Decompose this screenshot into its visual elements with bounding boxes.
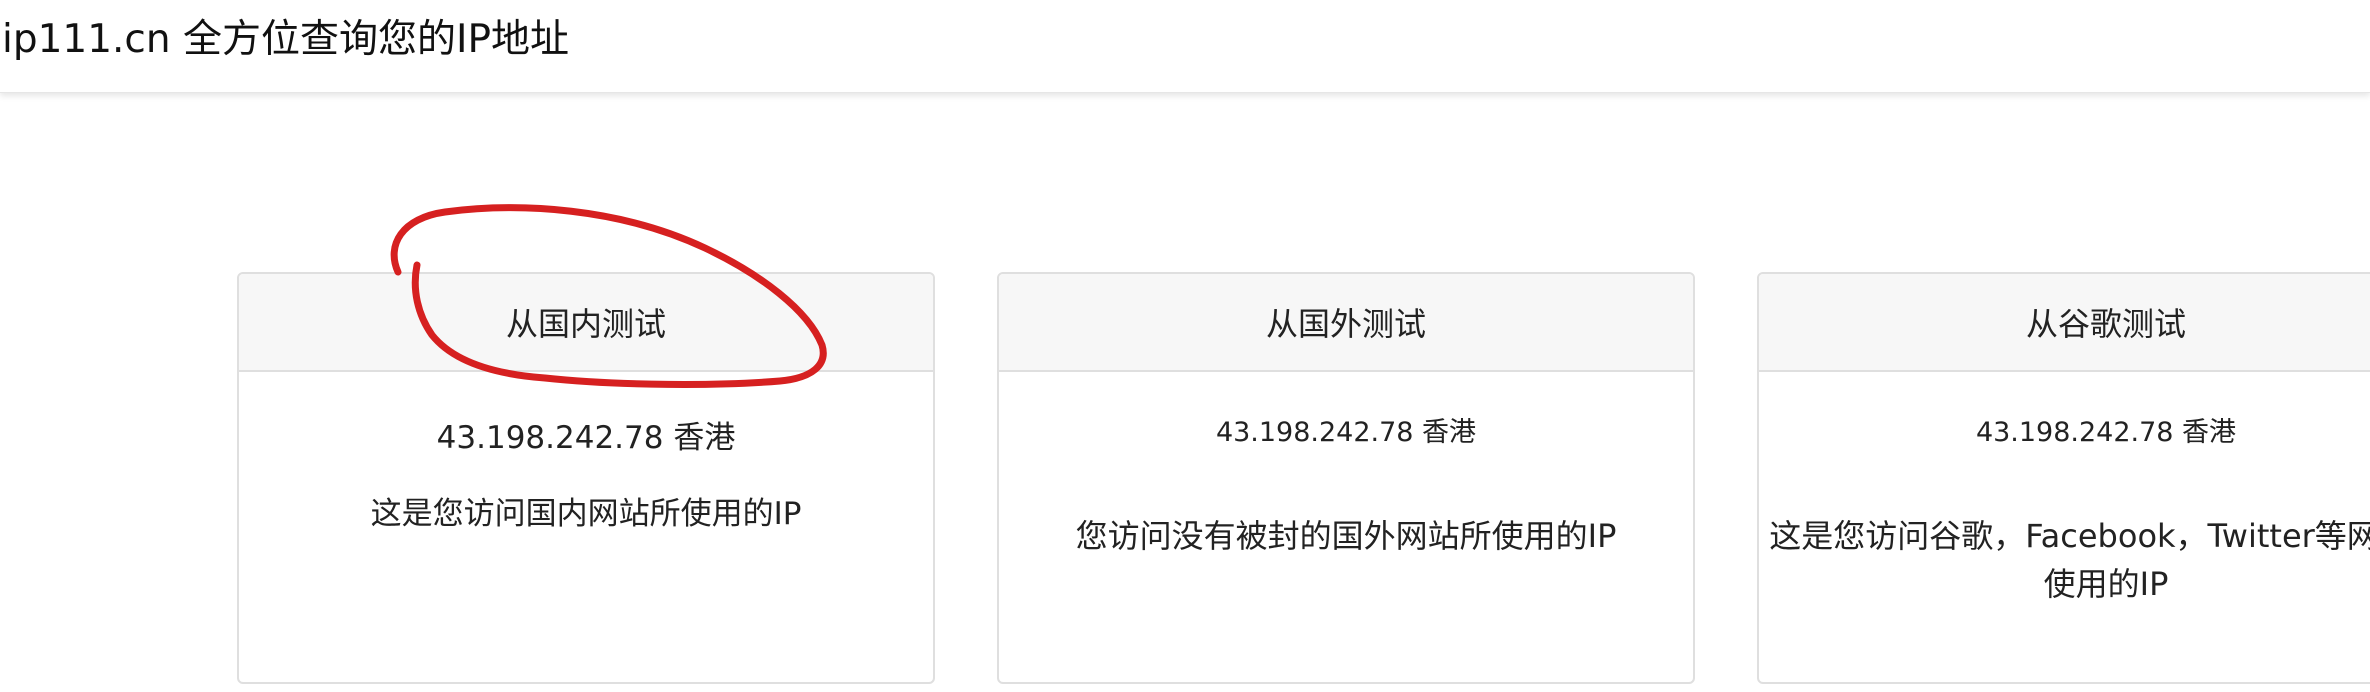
card-title-google: 从谷歌测试	[2025, 305, 2186, 343]
foreign-test-card: 从国外测试 43.198.242.78 香港 您访问没有被封的国外网站所使用的I…	[997, 272, 1695, 684]
google-test-card: 从谷歌测试 43.198.242.78 香港 这是您访问谷歌，Facebook，…	[1757, 272, 2370, 684]
domestic-test-card: 从国内测试 43.198.242.78 香港 这是您访问国内网站所使用的IP	[237, 272, 935, 684]
site-brand-link[interactable]: ip111.cn 全方位查询您的IP地址	[2, 14, 569, 66]
description-google: 这是您访问谷歌，Facebook，Twitter等网站所使用的IP	[1769, 517, 2370, 603]
card-header-domestic: 从国内测试	[239, 274, 933, 372]
ip-address-google: 43.198.242.78 香港	[1975, 417, 2237, 448]
ip-address-foreign: 43.198.242.78 香港	[1215, 417, 1477, 448]
card-title-domestic: 从国内测试	[505, 305, 666, 343]
description-foreign: 您访问没有被封的国外网站所使用的IP	[1075, 517, 1617, 555]
card-title-foreign: 从国外测试	[1265, 305, 1426, 343]
card-header-google: 从谷歌测试	[1759, 274, 2370, 372]
ip-address-domestic: 43.198.242.78 香港	[436, 420, 736, 456]
card-header-foreign: 从国外测试	[999, 274, 1693, 372]
top-navbar: ip111.cn 全方位查询您的IP地址	[0, 0, 2370, 93]
description-domestic: 这是您访问国内网站所使用的IP	[370, 496, 802, 532]
